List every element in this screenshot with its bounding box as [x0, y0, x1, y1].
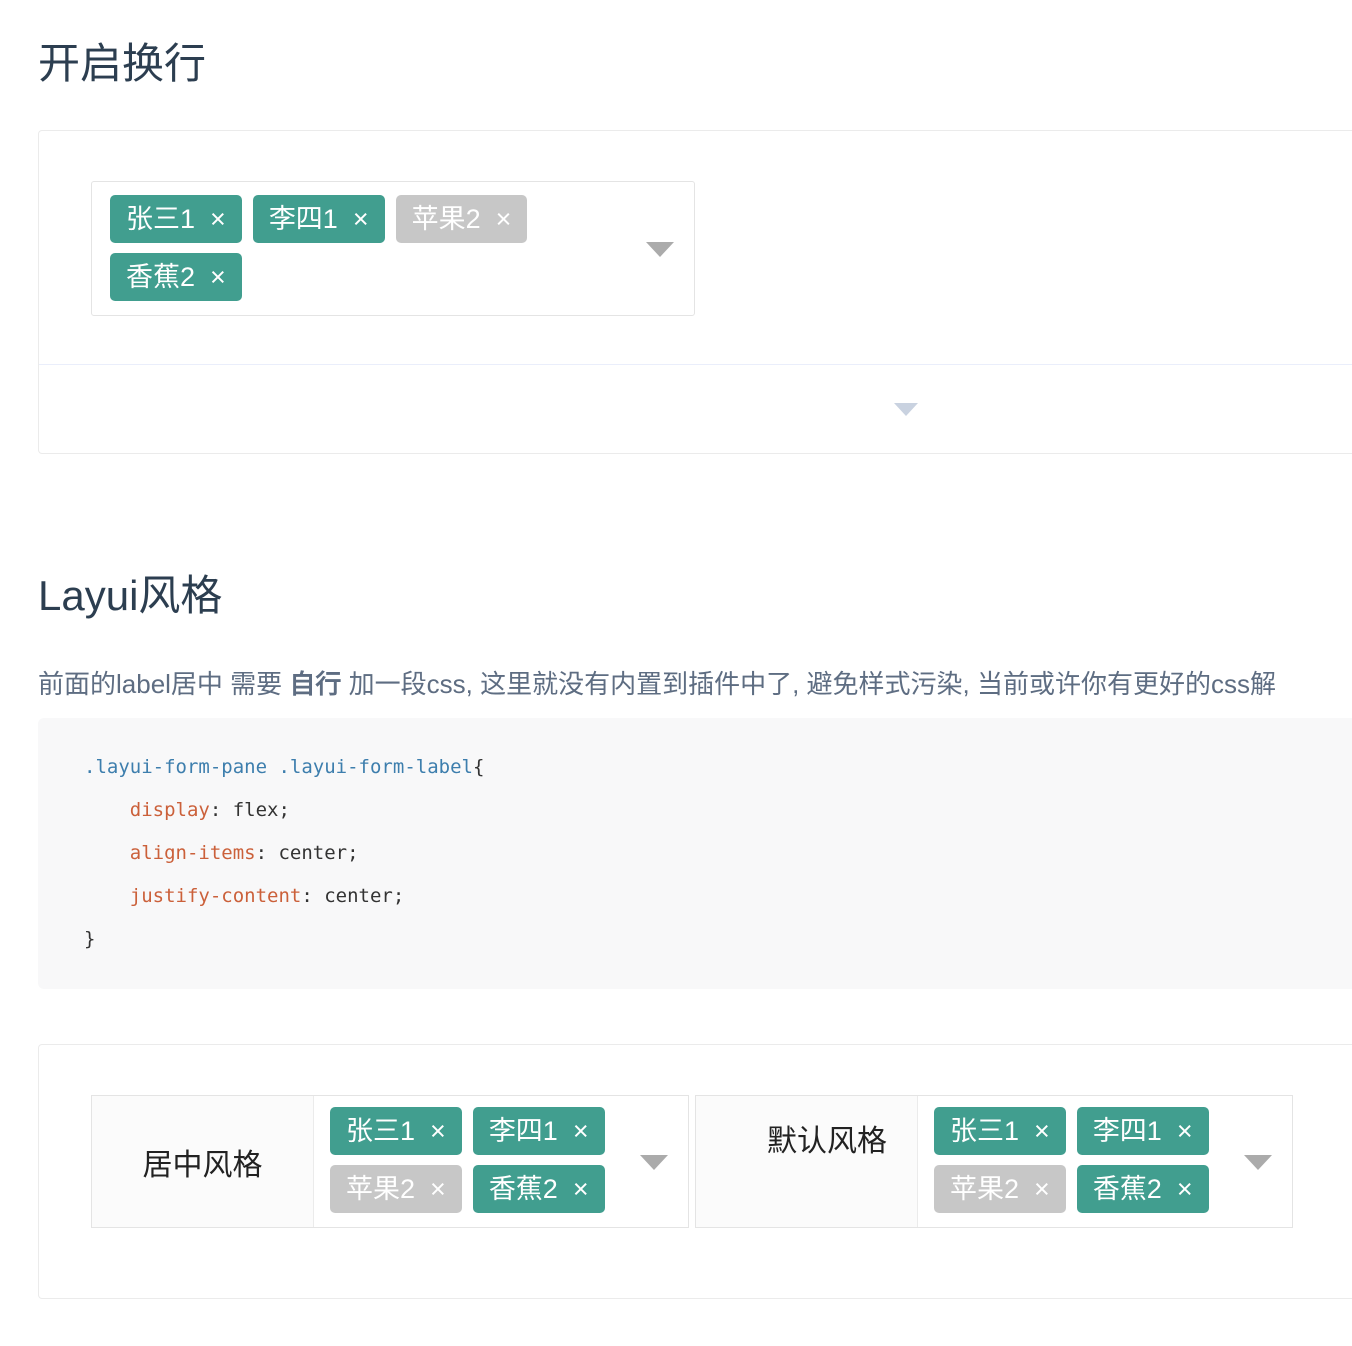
- tag-label: 李四1: [489, 1118, 558, 1145]
- selected-tag[interactable]: 张三1 ×: [110, 195, 242, 243]
- multiselect-default[interactable]: 张三1 × 李四1 × 苹果2 × 香蕉2 ×: [918, 1096, 1292, 1227]
- code-line: justify-content: center;: [84, 875, 1352, 918]
- selected-tag-list: 张三1 × 李四1 × 苹果2 × 香蕉2 ×: [110, 195, 630, 301]
- tag-remove-icon[interactable]: ×: [1034, 1176, 1050, 1203]
- selected-tag[interactable]: 张三1 ×: [330, 1107, 462, 1155]
- selected-tag[interactable]: 张三1 ×: [934, 1107, 1066, 1155]
- tag-label: 张三1: [950, 1118, 1019, 1145]
- select-caret-down-icon[interactable]: [640, 1155, 668, 1170]
- tag-remove-icon[interactable]: ×: [1177, 1118, 1193, 1145]
- tag-remove-icon[interactable]: ×: [210, 264, 226, 291]
- select-caret-down-icon[interactable]: [646, 242, 674, 257]
- caret-down-icon: [894, 403, 918, 416]
- selected-tag[interactable]: 香蕉2 ×: [110, 253, 242, 301]
- selected-tag[interactable]: 苹果2 ×: [934, 1165, 1066, 1213]
- selected-tag[interactable]: 苹果2 ×: [396, 195, 528, 243]
- tag-label: 香蕉2: [126, 264, 195, 291]
- tag-label: 张三1: [346, 1118, 415, 1145]
- tag-label: 张三1: [126, 206, 195, 233]
- code-block: .layui-form-pane .layui-form-label{ disp…: [38, 718, 1352, 989]
- form-label-default: 默认风格: [696, 1096, 918, 1227]
- code-line: align-items: center;: [84, 832, 1352, 875]
- selected-tag[interactable]: 苹果2 ×: [330, 1165, 462, 1213]
- select-caret-down-icon[interactable]: [1244, 1155, 1272, 1170]
- demo-block-wrap: 张三1 × 李四1 × 苹果2 × 香蕉2 ×: [38, 130, 1352, 454]
- tag-remove-icon[interactable]: ×: [1177, 1176, 1193, 1203]
- emphasis-text: 自行: [289, 669, 341, 699]
- selected-tag[interactable]: 香蕉2 ×: [473, 1165, 605, 1213]
- tag-label: 李四1: [1093, 1118, 1162, 1145]
- tag-label: 香蕉2: [489, 1176, 558, 1203]
- tag-remove-icon[interactable]: ×: [430, 1118, 446, 1145]
- code-line: }: [84, 918, 1352, 961]
- selected-tag[interactable]: 李四1 ×: [473, 1107, 605, 1155]
- docs-content: 开启换行 张三1 × 李四1 × 苹果2 × 香蕉2 × Layui风格 前面的label居中…: [0, 40, 1352, 1299]
- multiselect-wrap-demo[interactable]: 张三1 × 李四1 × 苹果2 × 香蕉2 ×: [91, 181, 695, 316]
- plain-text: 加一段css, 这里就没有内置到插件中了, 避免样式污染, 当前或许你有更好的c…: [341, 669, 1276, 699]
- tag-label: 香蕉2: [1093, 1176, 1162, 1203]
- form-label-centered: 居中风格: [92, 1096, 314, 1227]
- demo-block-layui: 居中风格 张三1×李四1×苹果2×香蕉2× 默认风格 张三1×李四1×苹果2×香…: [38, 1044, 1352, 1299]
- tag-remove-icon[interactable]: ×: [573, 1176, 589, 1203]
- expand-code-control[interactable]: [39, 364, 1352, 453]
- section-title-wrap: 开启换行: [38, 40, 1352, 88]
- plain-text: 前面的label居中 需要: [38, 669, 289, 699]
- tag-label: 李四1: [269, 206, 338, 233]
- selected-tag-list: 张三1 × 李四1 × 苹果2 × 香蕉2 ×: [934, 1107, 1234, 1213]
- form-item-default: 默认风格 张三1 × 李四1 × 苹果2 × 香蕉2 ×: [695, 1095, 1293, 1228]
- tag-label: 苹果2: [412, 206, 481, 233]
- multiselect-centered[interactable]: 张三1 × 李四1 × 苹果2 × 香蕉2 ×: [314, 1096, 688, 1227]
- tag-remove-icon[interactable]: ×: [496, 206, 512, 233]
- tag-remove-icon[interactable]: ×: [353, 206, 369, 233]
- selected-tag[interactable]: 李四1 ×: [253, 195, 385, 243]
- code-line: .layui-form-pane .layui-form-label{: [84, 746, 1352, 789]
- tag-remove-icon[interactable]: ×: [1034, 1118, 1050, 1145]
- tag-label: 苹果2: [346, 1176, 415, 1203]
- tag-remove-icon[interactable]: ×: [573, 1118, 589, 1145]
- selected-tag-list: 张三1 × 李四1 × 苹果2 × 香蕉2 ×: [330, 1107, 630, 1213]
- section-title-layui: Layui风格: [38, 572, 1352, 620]
- tag-remove-icon[interactable]: ×: [210, 206, 226, 233]
- code-line: display: flex;: [84, 789, 1352, 832]
- description-text: 前面的label居中 需要 自行 加一段css, 这里就没有内置到插件中了, 避…: [38, 668, 1352, 700]
- selected-tag[interactable]: 香蕉2 ×: [1077, 1165, 1209, 1213]
- tag-label: 苹果2: [950, 1176, 1019, 1203]
- selected-tag[interactable]: 李四1 ×: [1077, 1107, 1209, 1155]
- tag-remove-icon[interactable]: ×: [430, 1176, 446, 1203]
- demo-area: 张三1 × 李四1 × 苹果2 × 香蕉2 ×: [39, 131, 1352, 364]
- form-row: 居中风格 张三1×李四1×苹果2×香蕉2× 默认风格 张三1×李四1×苹果2×香…: [91, 1095, 1352, 1228]
- form-item-centered: 居中风格 张三1 × 李四1 × 苹果2 × 香蕉2 ×: [91, 1095, 689, 1228]
